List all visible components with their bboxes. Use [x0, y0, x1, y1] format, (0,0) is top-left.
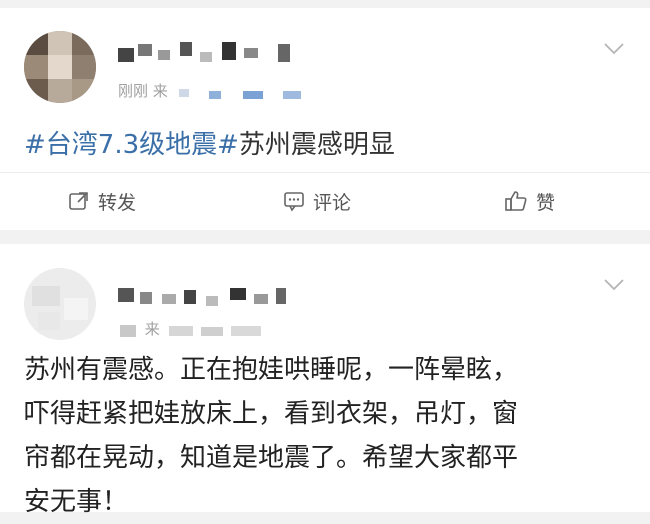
post-line: 安无事！	[24, 487, 129, 517]
post-line: 帘都在晃动，知道是地震了。希望大家都平	[24, 443, 519, 473]
source-blurred-left	[118, 323, 140, 337]
post-text: 苏州有震感。正在抱娃哄睡呢，一阵晕眩， 吓得赶紧把娃放床上，看到衣架，吊灯，窗 …	[24, 348, 624, 524]
like-button[interactable]: 赞	[504, 185, 555, 217]
chevron-down-icon[interactable]	[604, 276, 624, 291]
post-meta: 刚刚 来	[118, 80, 333, 101]
repost-button[interactable]: 转发	[68, 185, 136, 217]
post-line: 苏州有震感。正在抱娃哄睡呢，一阵晕眩，	[24, 355, 519, 385]
like-label: 赞	[536, 191, 556, 214]
repost-icon	[68, 190, 90, 212]
hashtag-link[interactable]: #台湾7.3级地震#	[24, 130, 239, 160]
post-meta: 来	[118, 318, 285, 339]
source-blurred	[165, 323, 285, 337]
post-card-1: 刚刚 来 #台湾7.3级地震#苏州震感明显 转发 评论 赞	[0, 8, 650, 230]
post-source: 来	[144, 320, 160, 338]
action-bar: 转发 评论 赞	[0, 172, 650, 231]
post-text: #台湾7.3级地震#苏州震感明显	[24, 124, 395, 161]
source-blurred	[173, 85, 333, 99]
like-icon	[504, 189, 528, 213]
avatar[interactable]	[24, 268, 96, 340]
post-line: 吓得赶紧把娃放床上，看到衣架，吊灯，窗	[24, 399, 519, 429]
chevron-down-icon[interactable]	[604, 40, 624, 55]
comment-button[interactable]: 评论	[283, 185, 351, 217]
avatar[interactable]	[24, 31, 96, 103]
comment-label: 评论	[313, 191, 352, 214]
comment-icon	[283, 190, 305, 212]
post-time-source: 刚刚 来	[118, 82, 168, 100]
repost-label: 转发	[98, 191, 137, 214]
post-body: 苏州震感明显	[238, 130, 395, 160]
username-blurred[interactable]	[118, 284, 328, 314]
username-blurred[interactable]	[118, 38, 328, 68]
